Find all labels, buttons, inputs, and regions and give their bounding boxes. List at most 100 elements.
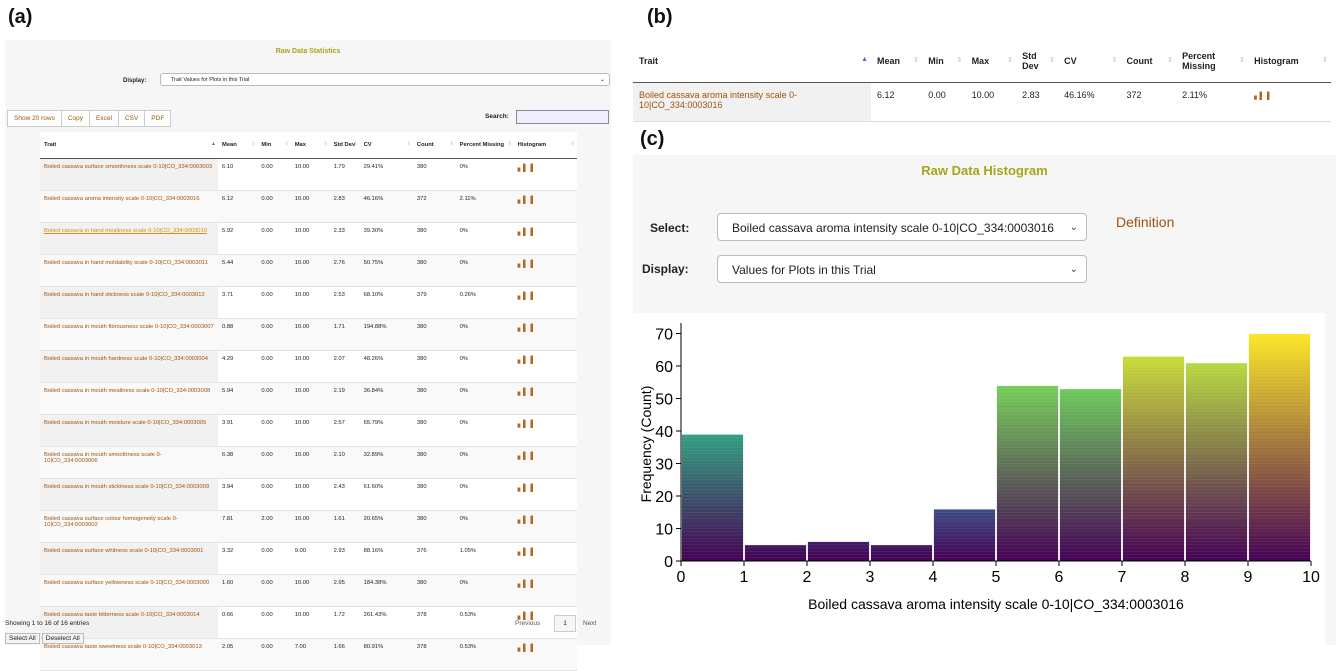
column-header-trait[interactable]: Trait ▲ xyxy=(40,132,218,159)
column-header-cv[interactable]: CV ⇕ xyxy=(359,132,413,159)
bar-chart-icon[interactable]: ▖▌▐ xyxy=(518,485,533,492)
bar-chart-icon[interactable]: ▖▌▐ xyxy=(518,165,533,172)
histogram-cell[interactable]: ▖▌▐ xyxy=(513,414,577,447)
table-row[interactable]: Boiled cassava surface smoothness scale … xyxy=(40,158,577,191)
column-header-std-dev[interactable]: Std Dev ⇕ xyxy=(1016,40,1059,83)
column-header-count[interactable]: Count ⇕ xyxy=(1120,40,1177,83)
y-tick-label: 0 xyxy=(664,554,673,571)
trait-link[interactable]: Boiled cassava in mouth smoothness scale… xyxy=(40,446,218,479)
table-row[interactable]: Boiled cassava aroma intensity scale 0-1… xyxy=(633,82,1331,122)
table-row[interactable]: Boiled cassava in mouth fibrousness scal… xyxy=(40,318,577,351)
histogram-cell[interactable]: ▖▌▐ xyxy=(513,222,577,255)
column-header-histogram[interactable]: Histogram ⇕ xyxy=(513,132,577,159)
histogram-cell[interactable]: ▖▌▐ xyxy=(513,478,577,511)
table-row[interactable]: Boiled cassava in hand stickness scale 0… xyxy=(40,286,577,319)
csv-button[interactable]: CSV xyxy=(117,110,146,127)
histogram-cell[interactable]: ▖▌▐ xyxy=(513,382,577,415)
table-row[interactable]: Boiled cassava surface whitness scale 0-… xyxy=(40,542,577,575)
table-row[interactable]: Boiled cassava aroma intensity scale 0-1… xyxy=(40,190,577,223)
bar-chart-icon[interactable]: ▖▌▐ xyxy=(518,421,533,428)
column-header-histogram[interactable]: Histogram ⇕ xyxy=(1248,40,1331,83)
histogram-cell[interactable]: ▖▌▐ xyxy=(513,190,577,223)
table-row[interactable]: Boiled cassava in hand moldability scale… xyxy=(40,254,577,287)
bar-chart-icon[interactable]: ▖▌▐ xyxy=(518,549,533,556)
bar-chart-icon[interactable]: ▖▌▐ xyxy=(518,229,533,236)
column-header-min[interactable]: Min ⇕ xyxy=(922,40,966,83)
table-row[interactable]: Boiled cassava in mouth stickiness scale… xyxy=(40,478,577,511)
table-row[interactable]: Boiled cassava in mouth moisture scale 0… xyxy=(40,414,577,447)
bar-chart-icon[interactable]: ▖▌▐ xyxy=(518,325,533,332)
table-row[interactable]: Boiled cassava taste bitterness scale 0-… xyxy=(40,606,577,639)
table-row[interactable]: Boiled cassava in mouth mealiness scale … xyxy=(40,382,577,415)
column-header-count[interactable]: Count ⇕ xyxy=(412,132,456,159)
histogram-cell[interactable]: ▖▌▐ xyxy=(1248,82,1331,122)
histogram-cell[interactable]: ▖▌▐ xyxy=(513,158,577,191)
histogram-cell[interactable]: ▖▌▐ xyxy=(513,510,577,543)
trait-link[interactable]: Boiled cassava surface colour homogeneit… xyxy=(40,510,218,543)
show-rows-button[interactable]: Show 20 rows xyxy=(7,110,62,127)
column-header-std-dev[interactable]: Std Dev ⇕ xyxy=(329,132,360,159)
column-header-max[interactable]: Max ⇕ xyxy=(290,132,330,159)
table-row[interactable]: Boiled cassava surface yellowness scale … xyxy=(40,574,577,607)
column-header-percent-missing[interactable]: Percent Missing ⇕ xyxy=(1176,40,1249,83)
bar-chart-icon[interactable]: ▖▌▐ xyxy=(518,197,533,204)
bar-chart-icon[interactable]: ▖▌▐ xyxy=(518,293,533,300)
trait-link[interactable]: Boiled cassava in hand mealiness scale 0… xyxy=(40,222,218,255)
cell-std-dev: 2.83 xyxy=(329,190,360,223)
column-header-mean[interactable]: Mean ⇕ xyxy=(218,132,258,159)
trait-link[interactable]: Boiled cassava surface whitness scale 0-… xyxy=(40,542,218,575)
display-select[interactable]: Trait Values for Plots in this Trial ⌄ xyxy=(160,73,610,86)
trait-link[interactable]: Boiled cassava in mouth mealiness scale … xyxy=(40,382,218,415)
histogram-cell[interactable]: ▖▌▐ xyxy=(513,446,577,479)
bar-chart-icon[interactable]: ▖▌▐ xyxy=(518,261,533,268)
table-row[interactable]: Boiled cassava in mouth smoothness scale… xyxy=(40,446,577,479)
trait-link[interactable]: Boiled cassava in mouth stickiness scale… xyxy=(40,478,218,511)
search-input[interactable] xyxy=(516,110,609,124)
histogram-cell[interactable]: ▖▌▐ xyxy=(513,318,577,351)
column-header-max[interactable]: Max ⇕ xyxy=(965,40,1017,83)
bar-chart-icon[interactable]: ▖▌▐ xyxy=(518,613,533,620)
bar-chart-icon[interactable]: ▖▌▐ xyxy=(518,357,533,364)
trait-link[interactable]: Boiled cassava aroma intensity scale 0-1… xyxy=(40,190,218,223)
previous-page-button[interactable]: Previous xyxy=(515,620,540,627)
column-header-percent-missing[interactable]: Percent Missing ⇕ xyxy=(455,132,514,159)
table-row[interactable]: Boiled cassava taste sweetness scale 0-1… xyxy=(40,638,577,671)
column-header-cv[interactable]: CV ⇕ xyxy=(1058,40,1121,83)
trait-link[interactable]: Boiled cassava surface smoothness scale … xyxy=(40,158,218,191)
column-header-min[interactable]: Min ⇕ xyxy=(257,132,291,159)
table-row[interactable]: Boiled cassava surface colour homogeneit… xyxy=(40,510,577,543)
trait-link[interactable]: Boiled cassava in mouth hardness scale 0… xyxy=(40,350,218,383)
trait-link[interactable]: Boiled cassava in hand stickness scale 0… xyxy=(40,286,218,319)
trait-link[interactable]: Boiled cassava in mouth fibrousness scal… xyxy=(40,318,218,351)
histogram-cell[interactable]: ▖▌▐ xyxy=(513,254,577,287)
definition-link[interactable]: Definition xyxy=(1116,214,1174,230)
trait-link[interactable]: Boiled cassava in hand moldability scale… xyxy=(40,254,218,287)
column-header-trait[interactable]: Trait ▲ xyxy=(633,40,871,83)
table-row[interactable]: Boiled cassava in hand mealiness scale 0… xyxy=(40,222,577,255)
trait-select[interactable]: Boiled cassava aroma intensity scale 0-1… xyxy=(717,213,1087,241)
pdf-button[interactable]: PDF xyxy=(144,110,172,127)
bar-chart-icon[interactable]: ▖▌▐ xyxy=(518,517,533,524)
deselect-all-button[interactable]: Deselect All xyxy=(41,633,84,644)
next-page-button[interactable]: Next xyxy=(583,620,596,627)
column-header-mean[interactable]: Mean ⇕ xyxy=(871,40,923,83)
trait-link[interactable]: Boiled cassava aroma intensity scale 0-1… xyxy=(633,82,871,122)
bar-chart-icon[interactable]: ▖▌▐ xyxy=(518,645,533,652)
bar-chart-icon[interactable]: ▖▌▐ xyxy=(518,453,533,460)
excel-button[interactable]: Excel xyxy=(89,110,119,127)
select-all-button[interactable]: Select All xyxy=(5,633,40,644)
histogram-cell[interactable]: ▖▌▐ xyxy=(513,286,577,319)
bar-chart-icon[interactable]: ▖▌▐ xyxy=(1254,93,1269,100)
histogram-cell[interactable]: ▖▌▐ xyxy=(513,542,577,575)
histogram-cell[interactable]: ▖▌▐ xyxy=(513,574,577,607)
histogram-cell[interactable]: ▖▌▐ xyxy=(513,350,577,383)
table-row[interactable]: Boiled cassava in mouth hardness scale 0… xyxy=(40,350,577,383)
copy-button[interactable]: Copy xyxy=(60,110,91,127)
display-select[interactable]: Values for Plots in this Trial ⌄ xyxy=(717,255,1087,283)
trait-link[interactable]: Boiled cassava surface yellowness scale … xyxy=(40,574,218,607)
trait-link[interactable]: Boiled cassava in mouth moisture scale 0… xyxy=(40,414,218,447)
histogram-cell[interactable]: ▖▌▐ xyxy=(513,638,577,671)
page-1-button[interactable]: 1 xyxy=(554,615,576,632)
bar-chart-icon[interactable]: ▖▌▐ xyxy=(518,581,533,588)
bar-chart-icon[interactable]: ▖▌▐ xyxy=(518,389,533,396)
